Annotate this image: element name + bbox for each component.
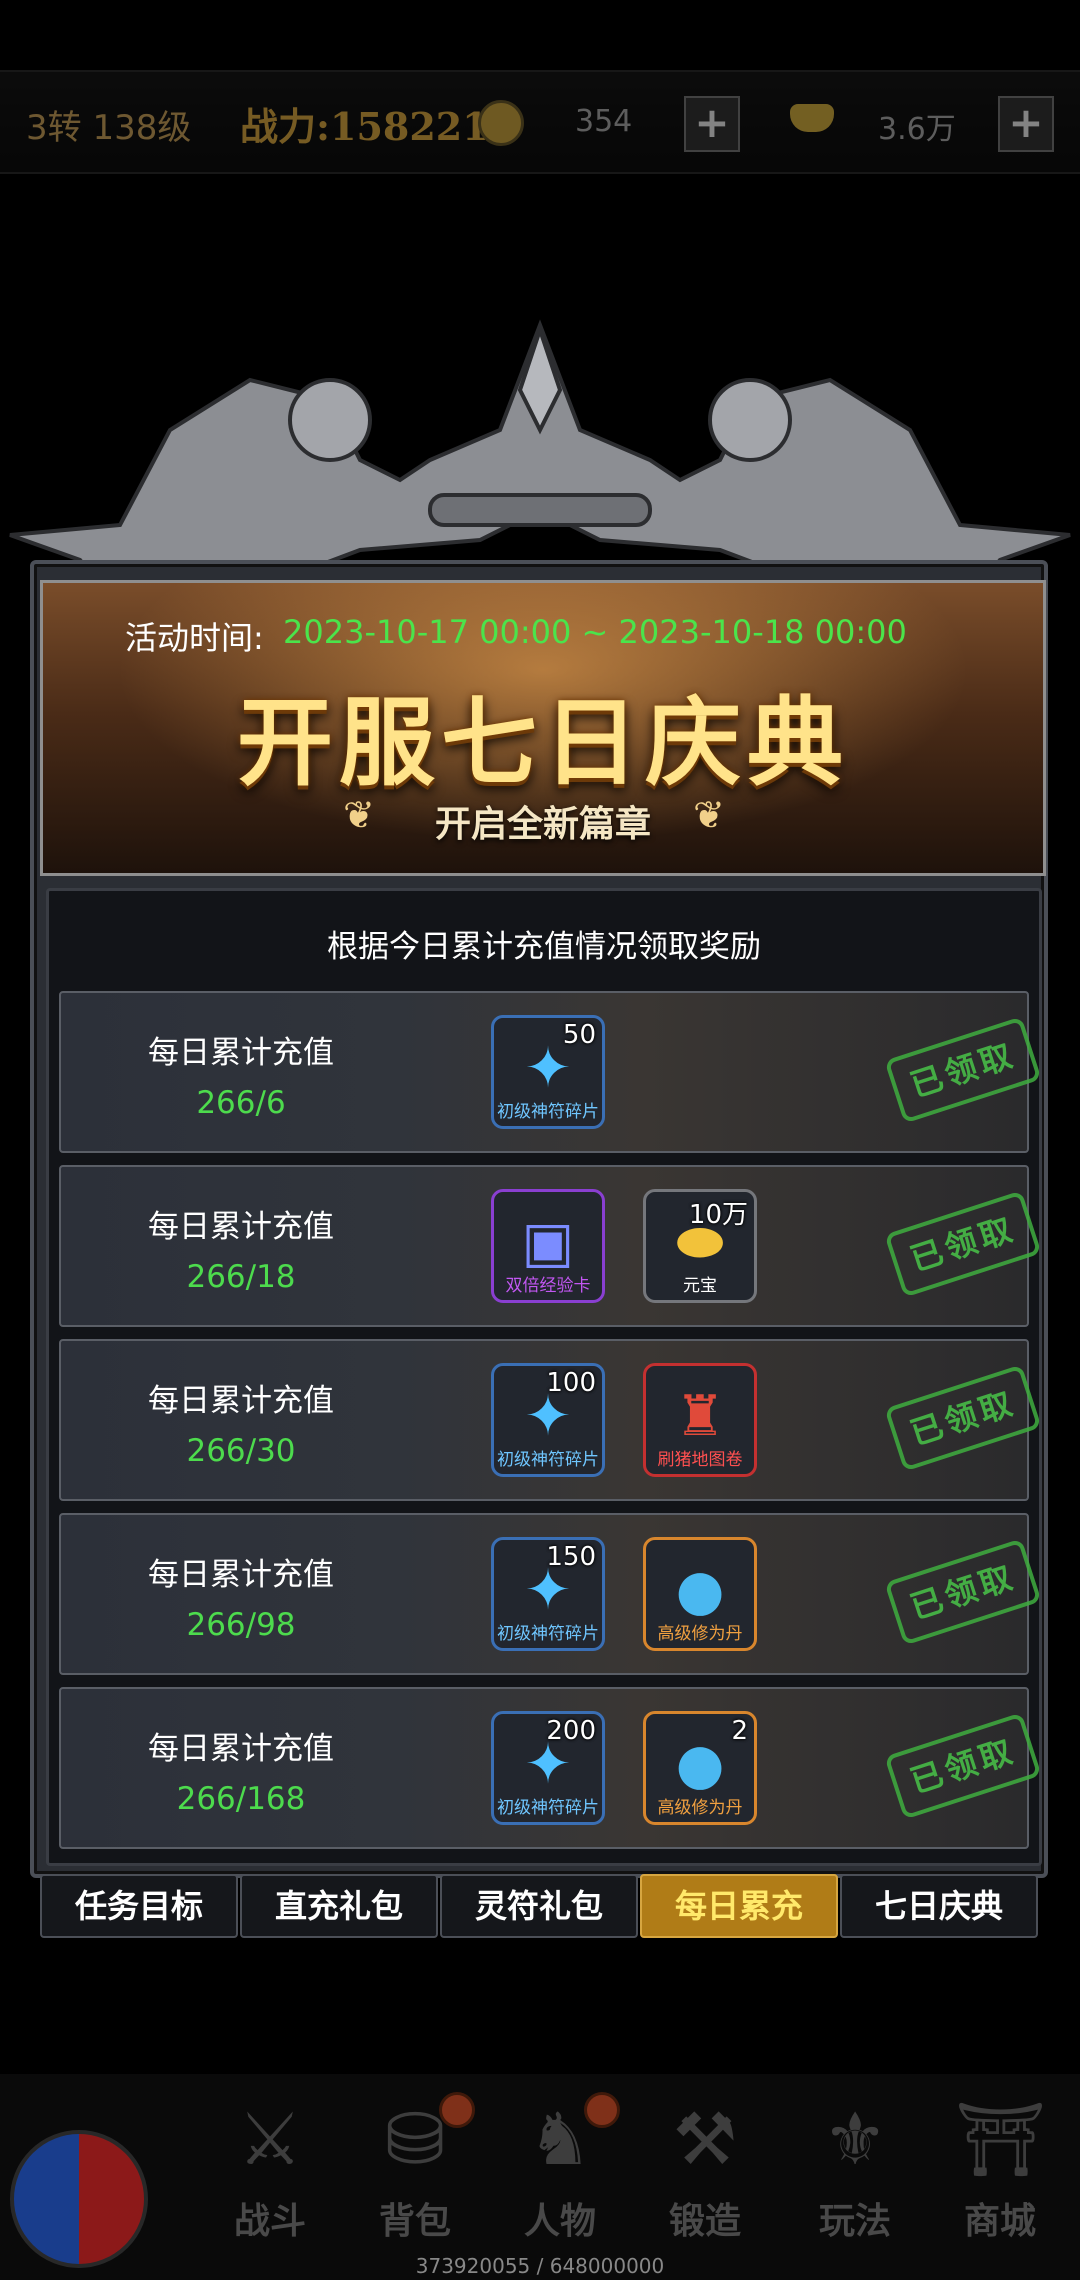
status-bar: 3转 138级 战力:158221 354 + 3.6万 + — [0, 70, 1080, 174]
cultivation-pill-item[interactable]: ● 高级修为丹 — [643, 1537, 757, 1651]
reward-list: 根据今日累计充值情况领取奖励 每日累计充值 266/6 ✦ 50 初级神符碎片 … — [46, 888, 1042, 1866]
tab-daily-recharge[interactable]: 每日累充 — [640, 1874, 838, 1938]
tab-direct-pack[interactable]: 直充礼包 — [240, 1874, 438, 1938]
player-level: 3转 138级 — [26, 108, 192, 148]
banner-subtitle: 开启全新篇章 — [434, 804, 651, 845]
row-label: 每日累计充值 — [148, 1383, 334, 1419]
claimed-stamp: 已领取 — [884, 1538, 1042, 1646]
coin-icon — [478, 100, 524, 146]
rune-fragment-item[interactable]: ✦ 150 初级神符碎片 — [491, 1537, 605, 1651]
row-label: 每日累计充值 — [148, 1557, 334, 1593]
add-coins-button[interactable]: + — [684, 96, 740, 152]
row-progress: 266/6 — [196, 1085, 286, 1121]
nav-character[interactable]: ♞ 人物 — [490, 2074, 630, 2274]
map-scroll-item[interactable]: ♜ 刷猪地图卷 — [643, 1363, 757, 1477]
row-label: 每日累计充值 — [148, 1731, 334, 1767]
reward-row: 每日累计充值 266/30 ✦ 100 初级神符碎片 ♜ 刷猪地图卷 已领取 — [59, 1339, 1042, 1501]
double-exp-card-item[interactable]: ▣ 双倍经验卡 — [491, 1189, 605, 1303]
cultivation-pill-icon: ● — [675, 1558, 725, 1623]
rune-fragment-item[interactable]: ✦ 50 初级神符碎片 — [491, 1015, 605, 1129]
combat-power: 战力:158221 — [240, 104, 489, 149]
rune-fragment-item[interactable]: ✦ 200 初级神符碎片 — [491, 1711, 605, 1825]
ingot-icon — [790, 104, 834, 132]
claimed-stamp: 已领取 — [884, 1016, 1042, 1124]
coin-count: 354 — [575, 104, 633, 139]
nav-forge[interactable]: ⚒ 锻造 — [635, 2074, 775, 2274]
swirl-right-icon: ❦ — [693, 793, 725, 837]
row-progress: 266/98 — [186, 1607, 296, 1643]
crossed-swords-icon: ⚔ — [237, 2097, 303, 2181]
nav-shop[interactable]: ⛩ 商城 — [930, 2074, 1070, 2274]
reward-row: 每日累计充值 266/98 ✦ 150 初级神符碎片 ● 高级修为丹 已领取 — [59, 1513, 1042, 1675]
banner-title: 开服七日庆典 — [237, 686, 849, 799]
nav-gameplay[interactable]: ⚜ 玩法 — [785, 2074, 925, 2274]
anvil-icon: ⚒ — [672, 2097, 738, 2181]
tab-task-goals[interactable]: 任务目标 — [40, 1874, 238, 1938]
notification-dot — [584, 2092, 620, 2128]
cultivation-pill-item[interactable]: ● 2 高级修为丹 — [643, 1711, 757, 1825]
event-banner: 活动时间: 2023-10-17 00:00 ~ 2023-10-18 00:0… — [40, 580, 1046, 876]
experience-bar-text: 373920055 / 648000000 — [415, 2254, 665, 2278]
ingot-item[interactable]: ⬬ 10万 元宝 — [643, 1189, 757, 1303]
nav-bag[interactable]: ⛁ 背包 — [345, 2074, 485, 2274]
claimed-stamp: 已领取 — [884, 1364, 1042, 1472]
reward-row: 每日累计充值 266/6 ✦ 50 初级神符碎片 已领取 — [59, 991, 1042, 1153]
rune-fragment-item[interactable]: ✦ 100 初级神符碎片 — [491, 1363, 605, 1477]
row-label: 每日累计充值 — [148, 1209, 334, 1245]
activity-time-value: 2023-10-17 00:00 ~ 2023-10-18 00:00 — [283, 613, 907, 651]
yin-yang-orb-icon[interactable] — [10, 2130, 148, 2268]
claimed-stamp: 已领取 — [884, 1190, 1042, 1298]
tab-rune-pack[interactable]: 灵符礼包 — [440, 1874, 638, 1938]
winged-sword-icon: ⚜ — [822, 2097, 888, 2181]
claimed-stamp: 已领取 — [884, 1712, 1042, 1820]
ingot-count: 3.6万 — [878, 112, 956, 147]
row-progress: 266/30 — [186, 1433, 296, 1469]
add-ingots-button[interactable]: + — [998, 96, 1054, 152]
activity-time-label: 活动时间: — [125, 619, 264, 657]
tab-seven-day-celebration[interactable]: 七日庆典 — [840, 1874, 1038, 1938]
notification-dot — [439, 2092, 475, 2128]
shop-gate-icon: ⛩ — [955, 2097, 1047, 2181]
row-progress: 266/168 — [176, 1781, 306, 1817]
reward-row: 每日累计充值 266/18 ▣ 双倍经验卡 ⬬ 10万 元宝 已领取 — [59, 1165, 1042, 1327]
exp-card-icon: ▣ — [521, 1210, 575, 1275]
bottom-nav: ⚔ 战斗 ⛁ 背包 ♞ 人物 ⚒ 锻造 ⚜ 玩法 ⛩ 商城 — [0, 2074, 1080, 2280]
reward-row: 每日累计充值 266/168 ✦ 200 初级神符碎片 ● 2 高级修为丹 已领… — [59, 1687, 1042, 1849]
map-scroll-icon: ♜ — [674, 1384, 726, 1449]
row-label: 每日累计充值 — [148, 1035, 334, 1071]
row-progress: 266/18 — [186, 1259, 296, 1295]
nav-battle[interactable]: ⚔ 战斗 — [200, 2074, 340, 2274]
reward-hint: 根据今日累计充值情况领取奖励 — [327, 929, 761, 965]
